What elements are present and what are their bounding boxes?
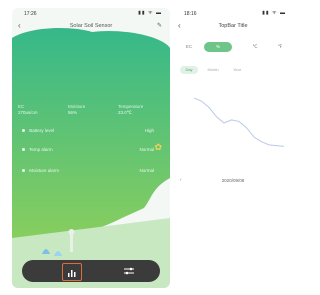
header-bar: ‹ Solar Soil Sensor ✎ bbox=[12, 20, 170, 34]
sliders-icon bbox=[124, 267, 134, 275]
history-line-chart bbox=[193, 97, 285, 147]
sun-icon: ✿ bbox=[154, 142, 162, 152]
temp-alarm-row: Temp alarm bbox=[22, 147, 53, 152]
moisture-alarm-row: Moisture alarm bbox=[22, 168, 59, 173]
battery-row: Battery level bbox=[22, 128, 54, 133]
metric-temperature: Temperature 23.0℃ bbox=[118, 104, 166, 116]
metric-label: Temperature bbox=[118, 104, 144, 109]
date-navigator: ‹ 2020/09/08 bbox=[176, 177, 290, 187]
tab-year[interactable]: Year bbox=[228, 66, 246, 74]
status-icons: ▮▮ ᯤ ▬ bbox=[262, 10, 286, 16]
history-screen: 18:16 ▮▮ ᯤ ▬ ‹ TopBar Title EC % ℃ ℉ Day… bbox=[176, 8, 290, 288]
metric-label: EC bbox=[18, 104, 25, 109]
droplet-icon bbox=[22, 169, 25, 172]
battery-icon bbox=[22, 129, 25, 132]
history-chart-button[interactable] bbox=[62, 263, 82, 281]
row-label: Battery level bbox=[29, 128, 55, 133]
status-bar: 18:16 ▮▮ ᯤ ▬ bbox=[176, 8, 290, 20]
metric-ec: EC 270us/cm bbox=[18, 104, 66, 115]
settings-button[interactable] bbox=[120, 263, 138, 279]
page-title: TopBar Title bbox=[218, 23, 248, 29]
metric-moisture: Moisture 56% bbox=[68, 104, 116, 115]
status-bar: 17:26 ▮▮ ᯤ ▬ bbox=[12, 8, 170, 20]
tab-ec[interactable]: EC bbox=[180, 42, 198, 52]
header-bar: ‹ TopBar Title bbox=[176, 20, 290, 34]
metric-value: 56% bbox=[68, 110, 78, 115]
status-icons: ▮▮ ᯤ ▬ bbox=[138, 10, 162, 16]
current-date: 2020/09/08 bbox=[221, 178, 245, 183]
tab-day[interactable]: Day bbox=[180, 66, 198, 74]
row-label: Temp alarm bbox=[29, 147, 53, 152]
metric-value: 23.0℃ bbox=[118, 110, 132, 115]
status-time: 17:26 bbox=[24, 11, 37, 17]
series-line bbox=[193, 97, 285, 147]
sensor-screen: 17:26 ▮▮ ᯤ ▬ ‹ Solar Soil Sensor ✎ EC 27… bbox=[12, 8, 170, 288]
metric-value: 270us/cm bbox=[18, 110, 38, 115]
moisture-alarm-value: Normal bbox=[139, 168, 154, 173]
battery-value: High bbox=[144, 128, 154, 133]
row-label: Moisture alarm bbox=[29, 168, 60, 173]
bottom-toolbar bbox=[22, 260, 160, 282]
edit-icon[interactable]: ✎ bbox=[157, 22, 162, 29]
unit-tabs: EC % ℃ ℉ bbox=[180, 42, 290, 52]
bar-chart-icon bbox=[68, 269, 76, 277]
tab-percent[interactable]: % bbox=[204, 42, 232, 52]
status-time: 18:16 bbox=[184, 11, 197, 17]
temp-alarm-value: Normal bbox=[139, 147, 154, 152]
tab-fahrenheit[interactable]: ℉ bbox=[272, 42, 288, 52]
range-tabs: Day Month Year bbox=[180, 66, 260, 74]
thermometer-icon bbox=[22, 148, 25, 151]
page-title: Solar Soil Sensor bbox=[69, 23, 113, 29]
tab-month[interactable]: Month bbox=[202, 66, 224, 74]
tab-celsius[interactable]: ℃ bbox=[246, 42, 264, 52]
metric-label: Moisture bbox=[68, 104, 86, 109]
